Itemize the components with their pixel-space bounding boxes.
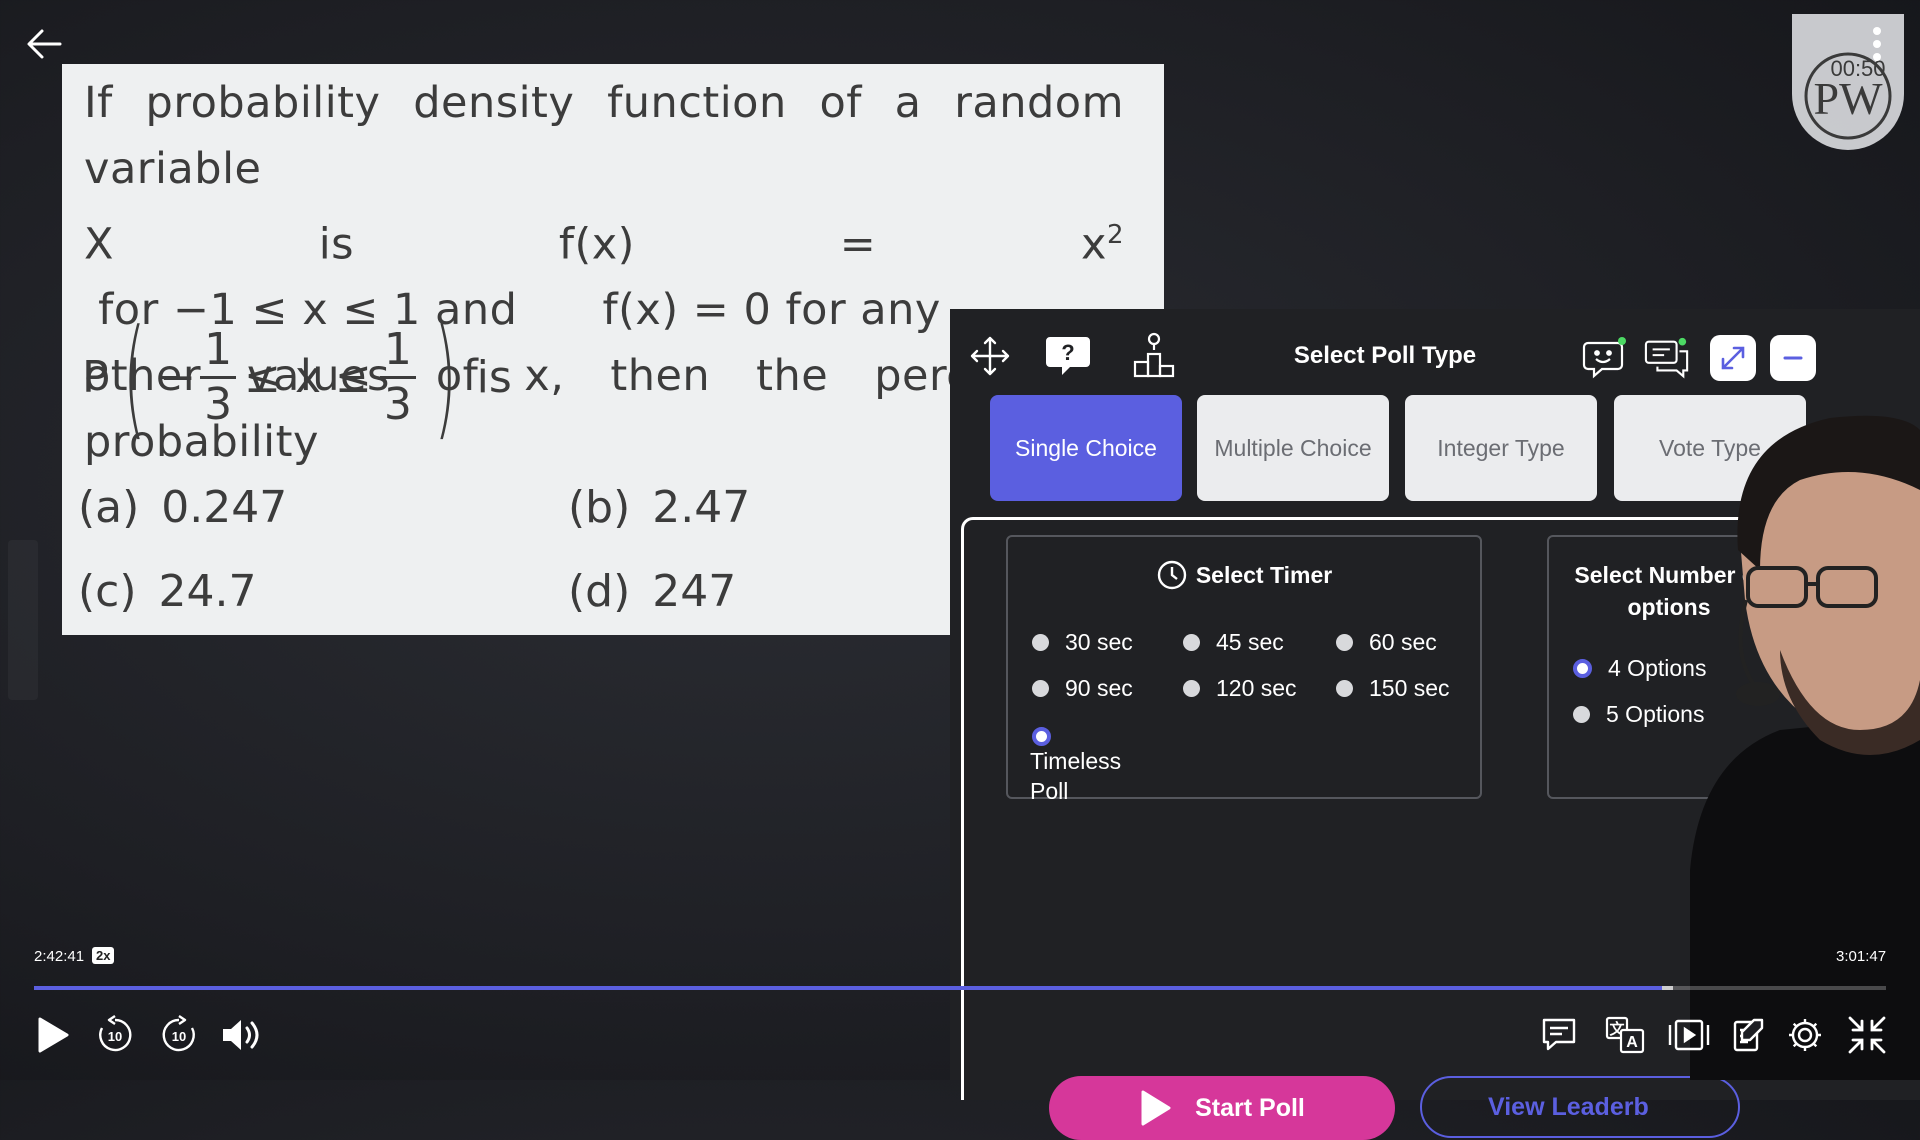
- play-icon[interactable]: [30, 1012, 76, 1058]
- option-c: (c) 24.7: [78, 566, 257, 617]
- radio-dot: [1032, 680, 1049, 697]
- start-poll-label: Start Poll: [1195, 1093, 1305, 1122]
- fraction-lower: 13: [200, 324, 237, 431]
- radio-label: 90 sec: [1065, 675, 1133, 701]
- question-exponent: 2: [1106, 220, 1124, 250]
- notes-icon[interactable]: [1726, 1012, 1772, 1058]
- radio-dot-selected: [1573, 659, 1592, 678]
- timer-45-sec[interactable]: 45 sec: [1183, 629, 1284, 656]
- pw-logo: PW 00:50: [1792, 14, 1904, 150]
- close-paren: ): [433, 301, 457, 453]
- play-icon: [1141, 1090, 1171, 1126]
- probability-expression: P ( − 13 ≤ x ≤ 13 ) is: [82, 302, 512, 452]
- question-line-1: If probability density function of a ran…: [84, 78, 1124, 194]
- option-a: (a) 0.247: [78, 482, 287, 533]
- rewind-10-icon[interactable]: 10: [92, 1012, 138, 1058]
- timer-box: Select Timer 30 sec 45 sec 60 sec 90 sec…: [1006, 535, 1482, 804]
- expr-inequality: ≤ x ≤: [244, 351, 372, 403]
- settings-gear-icon[interactable]: [1782, 1012, 1828, 1058]
- radio-label: 45 sec: [1216, 629, 1284, 655]
- question-line-2-pre: X is f(x) = x: [84, 219, 1107, 270]
- radio-dot: [1183, 680, 1200, 697]
- expr-minus: −: [159, 351, 197, 403]
- rewind-label: 10: [108, 1029, 122, 1044]
- playback-speed-badge[interactable]: 2x: [92, 947, 115, 964]
- radio-label: 30 sec: [1065, 629, 1133, 655]
- svg-text:?: ?: [1061, 340, 1074, 365]
- option-label: (b): [568, 482, 631, 533]
- option-label: (d): [568, 566, 631, 617]
- forward-10-icon[interactable]: 10: [156, 1012, 202, 1058]
- presenter-video: [1690, 415, 1920, 1080]
- timer-title: Select Timer: [1008, 559, 1480, 591]
- expr-is: is: [476, 351, 512, 403]
- expand-icon[interactable]: [1710, 335, 1756, 381]
- svg-text:A: A: [1626, 1034, 1638, 1051]
- chat-messages-icon[interactable]: [1644, 335, 1690, 381]
- back-arrow-icon[interactable]: [22, 22, 66, 66]
- option-b: (b) 2.47: [568, 482, 750, 533]
- translate-icon[interactable]: 文A: [1602, 1012, 1648, 1058]
- progress-played: [34, 986, 1662, 990]
- forward-label: 10: [172, 1029, 186, 1044]
- option-label: (a): [78, 482, 140, 533]
- radio-dot-selected: [1032, 727, 1051, 746]
- option-value: 247: [652, 566, 737, 617]
- option-value: 24.7: [158, 566, 257, 617]
- fraction-denominator: 3: [383, 378, 412, 430]
- playlist-icon[interactable]: [1666, 1012, 1712, 1058]
- radio-label: 60 sec: [1369, 629, 1437, 655]
- radio-dot: [1573, 706, 1590, 723]
- option-value: 0.247: [161, 482, 288, 533]
- timer-30-sec[interactable]: 30 sec: [1032, 629, 1133, 656]
- feedback-emoji-icon[interactable]: [1582, 335, 1628, 381]
- timer-title-text: Select Timer: [1195, 561, 1333, 588]
- radio-label: Timeless Poll: [1030, 748, 1122, 804]
- poll-title: Select Poll Type: [1293, 342, 1477, 369]
- minimize-icon[interactable]: [1770, 335, 1816, 381]
- fraction-upper: 13: [379, 324, 416, 431]
- progress-bar[interactable]: [34, 986, 1886, 990]
- total-time: 3:01:47: [1836, 948, 1887, 965]
- expr-p: P: [82, 351, 109, 403]
- comments-icon[interactable]: [1536, 1012, 1582, 1058]
- timer-120-sec[interactable]: 120 sec: [1183, 675, 1297, 702]
- radio-label: 120 sec: [1216, 675, 1297, 701]
- view-leaderboard-label: View Leaderb: [1488, 1092, 1649, 1121]
- move-icon[interactable]: [962, 329, 1018, 383]
- view-leaderboard-button[interactable]: View Leaderb: [1420, 1076, 1740, 1138]
- poll-type-integer[interactable]: Integer Type: [1405, 395, 1597, 501]
- radio-dot: [1336, 634, 1353, 651]
- timer-60-sec[interactable]: 60 sec: [1336, 629, 1437, 656]
- timer-90-sec[interactable]: 90 sec: [1032, 675, 1133, 702]
- start-poll-button[interactable]: Start Poll: [1049, 1076, 1395, 1140]
- option-label: (c): [78, 566, 137, 617]
- more-options-icon[interactable]: [1870, 26, 1884, 62]
- poll-type-single-choice[interactable]: Single Choice: [990, 395, 1182, 501]
- fraction-denominator: 3: [204, 378, 233, 430]
- radio-label: 150 sec: [1369, 675, 1450, 701]
- open-paren: (: [122, 301, 146, 453]
- timer-timeless-poll[interactable]: Timeless Poll: [1030, 721, 1182, 806]
- fraction-numerator: 1: [200, 324, 237, 379]
- question-bubble-icon[interactable]: ?: [1040, 329, 1096, 383]
- side-panel-handle[interactable]: [8, 540, 38, 700]
- fraction-numerator: 1: [379, 324, 416, 379]
- progress-buffered: [1661, 986, 1674, 990]
- radio-dot: [1032, 634, 1049, 651]
- volume-icon[interactable]: [218, 1012, 264, 1058]
- option-d: (d) 247: [568, 566, 736, 617]
- poll-type-multiple-choice[interactable]: Multiple Choice: [1197, 395, 1389, 501]
- exit-fullscreen-icon[interactable]: [1844, 1012, 1890, 1058]
- option-value: 2.47: [652, 482, 751, 533]
- current-time: 2:42:41: [34, 948, 85, 965]
- leaderboard-podium-icon[interactable]: [1126, 329, 1182, 383]
- clock-icon: [1157, 560, 1187, 590]
- radio-dot: [1183, 634, 1200, 651]
- timer-150-sec[interactable]: 150 sec: [1336, 675, 1450, 702]
- radio-dot: [1336, 680, 1353, 697]
